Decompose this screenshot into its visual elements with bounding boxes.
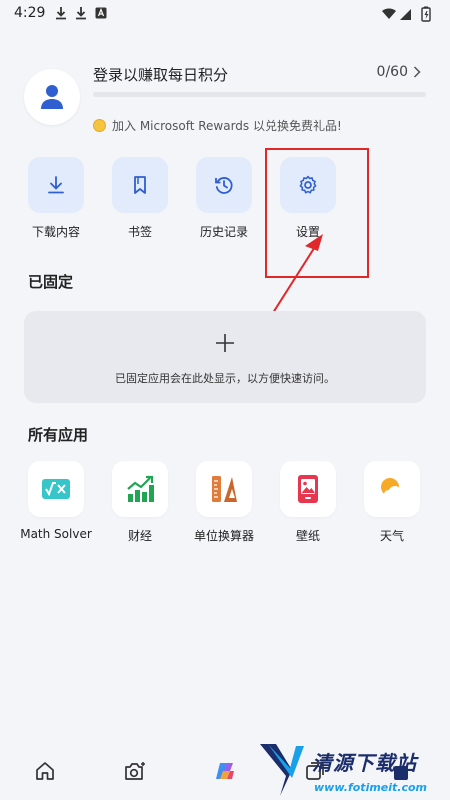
watermark-url: www.fotimeit.com [314, 781, 428, 794]
app-weather[interactable] [364, 461, 420, 517]
app-label: Math Solver [20, 527, 92, 541]
home-icon[interactable] [34, 760, 56, 782]
plus-icon[interactable] [214, 332, 236, 354]
app-math-solver[interactable] [28, 461, 84, 517]
app-label: 天气 [379, 529, 404, 543]
camera-icon[interactable] [123, 760, 147, 782]
pinned-section-title: 已固定 [28, 273, 74, 291]
pinned-hint: 已固定应用会在此处显示，以方便快速访问。 [115, 372, 335, 385]
app-label: 壁纸 [295, 529, 320, 543]
copilot-icon[interactable] [213, 760, 237, 782]
math-solver-icon [42, 479, 70, 499]
app-label: 单位换算器 [193, 529, 254, 543]
app-wallpaper[interactable] [280, 461, 336, 517]
wallpaper-icon [298, 475, 318, 503]
unit-converter-icon [212, 476, 237, 502]
app-unit-converter[interactable] [196, 461, 252, 517]
apps-section-title: 所有应用 [28, 426, 89, 444]
pinned-area[interactable]: 已固定应用会在此处显示，以方便快速访问。 [24, 311, 426, 403]
watermark-text: 清源下载站 [312, 751, 417, 775]
app-finance[interactable] [112, 461, 168, 517]
weather-icon [381, 478, 405, 499]
finance-icon [127, 475, 154, 502]
app-label: 财经 [127, 529, 152, 543]
